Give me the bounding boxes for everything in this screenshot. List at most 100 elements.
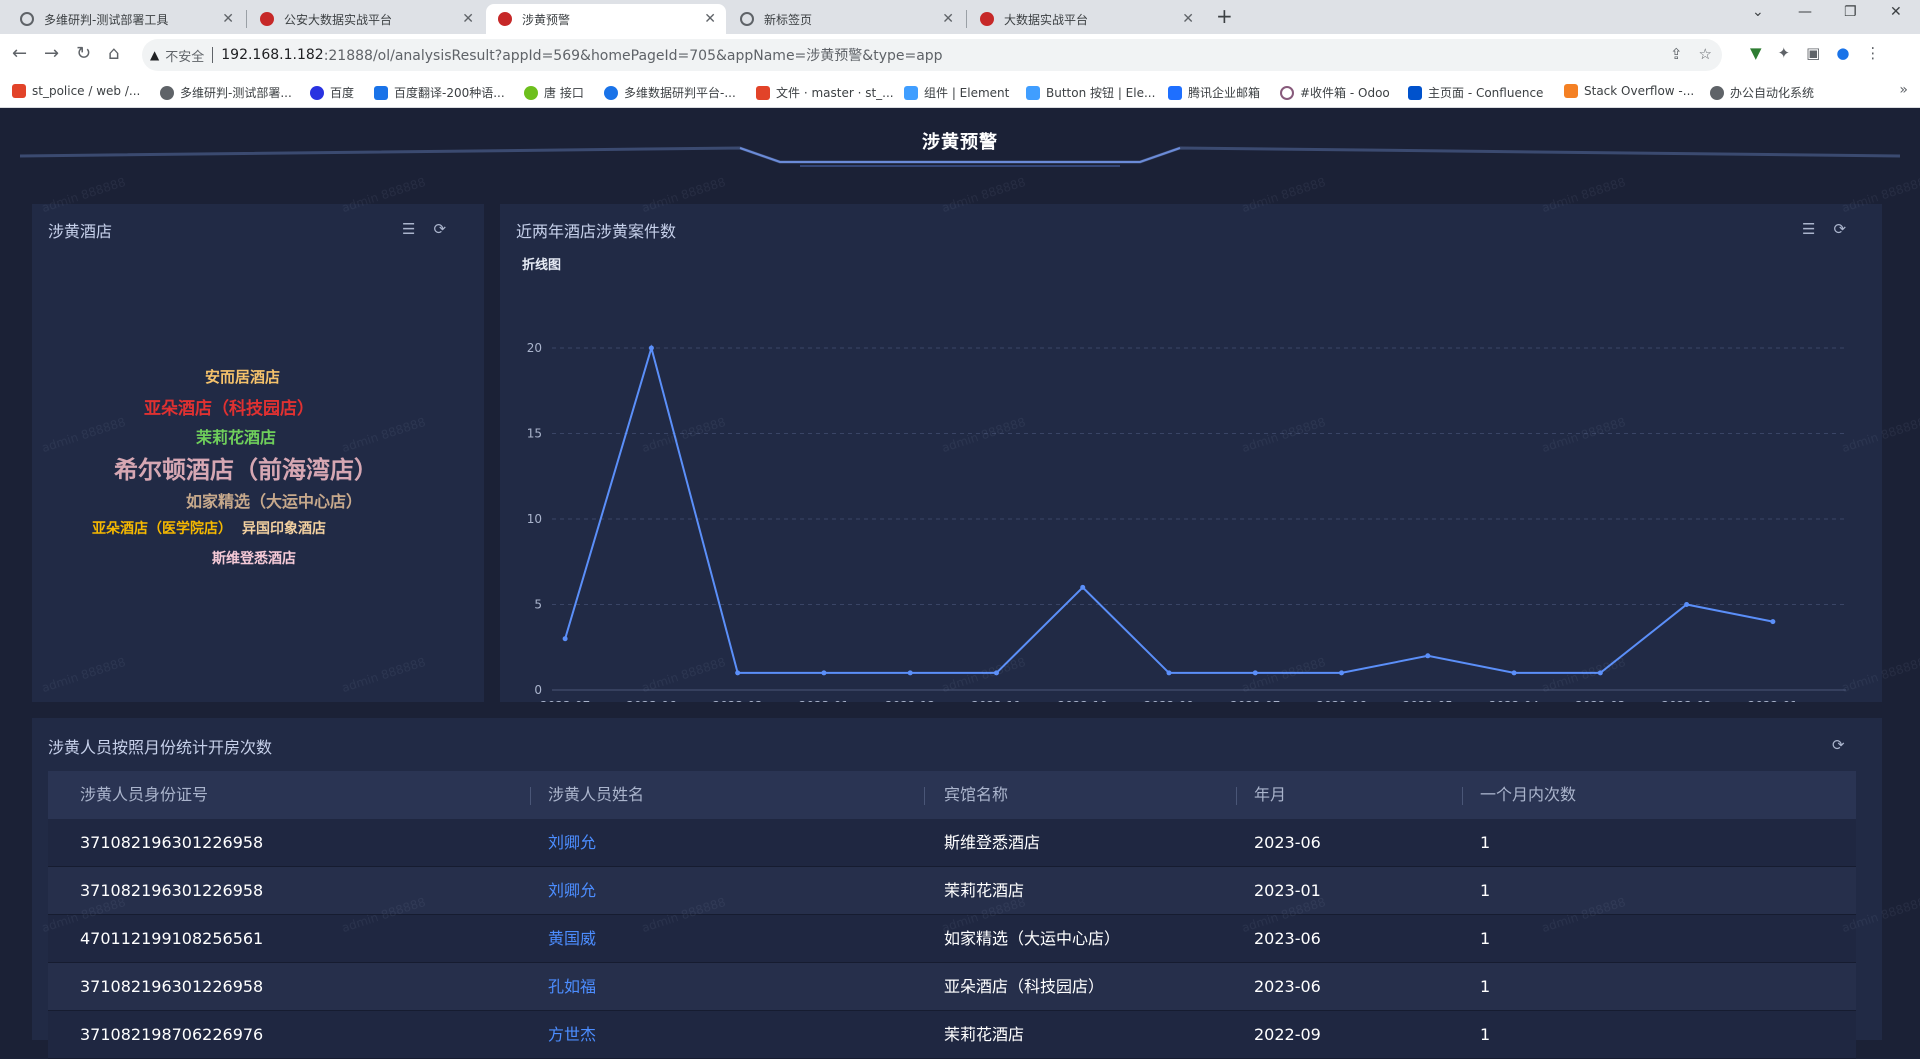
bookmark-item[interactable]: 主页面 - Confluence bbox=[1408, 84, 1543, 101]
bookmark-item[interactable]: 多维研判-测试部署... bbox=[160, 84, 292, 101]
element-icon bbox=[1026, 85, 1040, 100]
data-point bbox=[1166, 670, 1172, 676]
table-cell: 茉莉花酒店 bbox=[944, 1025, 1025, 1044]
share-icon[interactable]: ⇪ bbox=[1670, 45, 1683, 63]
word-cloud-item[interactable]: 斯维登悉酒店 bbox=[212, 548, 296, 568]
minimize-button[interactable]: — bbox=[1798, 4, 1812, 20]
confluence-icon bbox=[1408, 85, 1422, 100]
security-label[interactable]: 不安全 bbox=[165, 46, 204, 65]
bookmark-item[interactable]: st_police / web /... bbox=[12, 84, 140, 98]
person-name-link[interactable]: 刘卿允 bbox=[548, 819, 596, 867]
bookmarks-overflow-button[interactable]: » bbox=[1899, 82, 1908, 98]
bookmark-item[interactable]: 唐 接口 bbox=[524, 84, 584, 101]
star-icon[interactable]: ☆ bbox=[1699, 45, 1712, 63]
side-panel-icon[interactable]: ▣ bbox=[1806, 44, 1820, 62]
browser-tab-active[interactable]: 涉黄预警 ✕ bbox=[486, 4, 726, 34]
close-icon[interactable]: ✕ bbox=[222, 11, 234, 27]
table-row[interactable]: 371082196301226958 刘卿允 斯维登悉酒店 2023-06 1 bbox=[48, 819, 1856, 867]
person-name-link[interactable]: 刘卿允 bbox=[548, 867, 596, 915]
list-icon[interactable]: ☰ bbox=[402, 220, 415, 238]
back-button[interactable]: ← bbox=[12, 43, 27, 64]
bookmark-item[interactable]: 组件 | Element bbox=[904, 84, 1009, 101]
x-tick-label: 2022-03 bbox=[1575, 699, 1625, 702]
bookmark-item[interactable]: 百度 bbox=[310, 84, 354, 101]
table-row[interactable]: 371082196301226958 刘卿允 茉莉花酒店 2023-01 1 bbox=[48, 867, 1856, 915]
word-cloud-item[interactable]: 如家精选（大运中心店） bbox=[186, 488, 362, 512]
table-row[interactable]: 371082196301226958 孔如福 亚朵酒店（科技园店） 2023-06 1 bbox=[48, 963, 1856, 1011]
word-cloud-item[interactable]: 亚朵酒店（科技园店） bbox=[144, 394, 314, 419]
police-badge-icon bbox=[980, 12, 994, 26]
refresh-icon[interactable]: ⟳ bbox=[1832, 736, 1845, 754]
column-header[interactable]: 涉黄人员姓名 bbox=[548, 771, 644, 819]
close-icon[interactable]: ✕ bbox=[942, 11, 954, 27]
close-icon[interactable]: ✕ bbox=[704, 11, 716, 27]
person-name-link[interactable]: 黄国威 bbox=[548, 915, 596, 963]
table-row[interactable]: 470112199108256561 黄国威 如家精选（大运中心店） 2023-06 1 bbox=[48, 915, 1856, 963]
vue-devtools-icon[interactable]: ▼ bbox=[1750, 44, 1762, 62]
table-cell: 371082196301226958 bbox=[80, 881, 264, 900]
tab-search-button[interactable]: ⌄ bbox=[1752, 4, 1764, 20]
puzzle-icon[interactable]: ✦ bbox=[1778, 44, 1791, 62]
word-cloud-item[interactable]: 希尔顿酒店（前海湾店） bbox=[114, 450, 378, 485]
bookmark-item[interactable]: 百度翻译-200种语... bbox=[374, 84, 505, 101]
table-cell: 371082198706226976 bbox=[80, 1025, 264, 1044]
bookmark-item[interactable]: Stack Overflow -... bbox=[1564, 84, 1694, 98]
browser-tab[interactable]: 大数据实战平台 ✕ bbox=[968, 4, 1204, 34]
table-cell: 1 bbox=[1480, 833, 1491, 852]
data-point bbox=[1080, 584, 1086, 590]
close-icon[interactable]: ✕ bbox=[462, 11, 474, 27]
browser-tab[interactable]: 多维研判-测试部署工具 ✕ bbox=[8, 4, 244, 34]
table-cell: 茉莉花酒店 bbox=[944, 881, 1025, 900]
bookmark-item[interactable]: Button 按钮 | Ele... bbox=[1026, 84, 1155, 101]
window-close-button[interactable]: ✕ bbox=[1890, 4, 1902, 20]
bookmark-item[interactable]: 腾讯企业邮箱 bbox=[1168, 84, 1260, 101]
bookmark-item[interactable]: 多维数据研判平台-... bbox=[604, 84, 736, 101]
column-divider bbox=[1236, 787, 1237, 805]
column-header[interactable]: 一个月内次数 bbox=[1480, 771, 1576, 819]
refresh-icon[interactable]: ⟳ bbox=[433, 220, 446, 238]
data-point bbox=[1684, 602, 1690, 607]
y-tick-label: 0 bbox=[534, 683, 542, 697]
column-header[interactable]: 年月 bbox=[1254, 771, 1286, 819]
browser-tab[interactable]: 公安大数据实战平台 ✕ bbox=[248, 4, 484, 34]
table-cell: 2023-01 bbox=[1254, 881, 1321, 900]
data-point bbox=[1770, 619, 1776, 625]
table-cell: 371082196301226958 bbox=[80, 977, 264, 996]
x-tick-label: 2022-04 bbox=[1489, 699, 1539, 702]
new-tab-button[interactable]: + bbox=[1216, 4, 1233, 28]
menu-icon[interactable]: ⋮ bbox=[1865, 44, 1880, 62]
warning-icon[interactable]: ▲ bbox=[150, 48, 159, 62]
home-button[interactable]: ⌂ bbox=[108, 43, 119, 64]
url-input[interactable]: ▲ 不安全 192.168.1.182 :21888/ol/analysisRe… bbox=[142, 39, 1722, 71]
profile-avatar-icon[interactable]: ● bbox=[1836, 44, 1849, 62]
word-cloud-item[interactable]: 茉莉花酒店 bbox=[196, 424, 276, 448]
column-header[interactable]: 涉黄人员身份证号 bbox=[80, 771, 208, 819]
bookmark-label: 多维研判-测试部署... bbox=[180, 86, 292, 100]
url-host: 192.168.1.182 bbox=[221, 47, 324, 63]
word-cloud-item[interactable]: 异国印象酒店 bbox=[242, 518, 326, 538]
odoo-icon bbox=[1280, 85, 1294, 100]
tab-label: 大数据实战平台 bbox=[1004, 12, 1089, 27]
table-row[interactable]: 371082198706226976 方世杰 茉莉花酒店 2022-09 1 bbox=[48, 1011, 1856, 1059]
person-name-link[interactable]: 孔如福 bbox=[548, 963, 596, 1011]
bookmark-item[interactable]: 办公自动化系统 bbox=[1710, 84, 1814, 101]
word-cloud-item[interactable]: 安而居酒店 bbox=[205, 366, 280, 387]
data-point bbox=[735, 670, 741, 676]
tab-separator bbox=[966, 10, 967, 28]
bookmark-item[interactable]: #收件箱 - Odoo bbox=[1280, 84, 1390, 101]
reload-button[interactable]: ↻ bbox=[76, 43, 91, 64]
bookmark-label: 主页面 - Confluence bbox=[1428, 86, 1544, 100]
maximize-button[interactable]: ❐ bbox=[1844, 4, 1857, 20]
bookmark-label: 办公自动化系统 bbox=[1730, 86, 1815, 100]
table-cell: 1 bbox=[1480, 929, 1491, 948]
browser-tab[interactable]: 新标签页 ✕ bbox=[728, 4, 964, 34]
word-cloud-item[interactable]: 亚朵酒店（医学院店） bbox=[92, 518, 232, 538]
forward-button[interactable]: → bbox=[44, 43, 59, 64]
close-icon[interactable]: ✕ bbox=[1182, 11, 1194, 27]
bookmark-item[interactable]: 文件 · master · st_... bbox=[756, 84, 894, 101]
y-tick-label: 5 bbox=[534, 598, 542, 612]
translate-icon bbox=[374, 85, 388, 100]
y-tick-label: 20 bbox=[527, 341, 542, 355]
column-header[interactable]: 宾馆名称 bbox=[944, 771, 1008, 819]
person-name-link[interactable]: 方世杰 bbox=[548, 1011, 596, 1059]
